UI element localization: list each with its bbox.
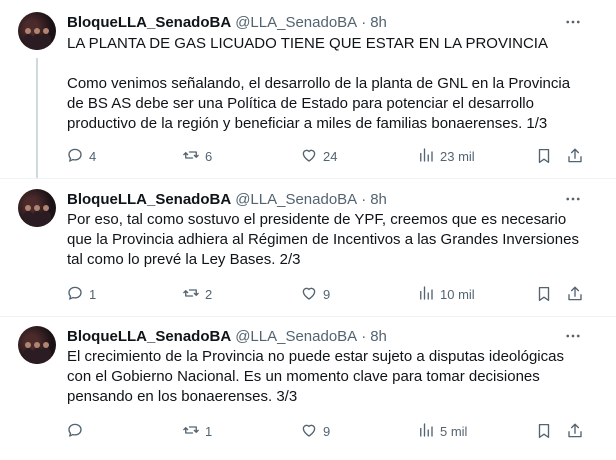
retweet-count: 1: [205, 423, 213, 439]
views-icon: [417, 284, 435, 305]
reply-button[interactable]: 1: [66, 283, 96, 305]
like-button[interactable]: 9: [300, 283, 330, 305]
tweet-header: BloqueLLA_SenadoBA @LLA_SenadoBA · 8h: [67, 326, 387, 346]
tweet-text: Por eso, tal como sostuvo el presidente …: [67, 211, 579, 268]
retweet-icon: [182, 146, 200, 167]
tweet-header: BloqueLLA_SenadoBA @LLA_SenadoBA · 8h: [67, 12, 387, 32]
reply-count: 4: [89, 148, 97, 164]
reply-icon: [66, 146, 84, 167]
timestamp[interactable]: 8h: [370, 191, 387, 208]
author-name[interactable]: BloqueLLA_SenadoBA: [67, 191, 231, 208]
reply-button[interactable]: 4: [66, 145, 96, 167]
tweet-header: BloqueLLA_SenadoBA @LLA_SenadoBA · 8h: [67, 189, 387, 209]
avatar[interactable]: [18, 326, 56, 364]
tweet-divider: [0, 178, 616, 179]
views-icon: [417, 421, 435, 442]
bookmark-icon[interactable]: [535, 283, 553, 305]
views-button[interactable]: 10 mil: [417, 283, 475, 305]
tweet-text: El crecimiento de la Provincia no puede …: [67, 348, 564, 405]
retweet-button[interactable]: 2: [182, 283, 212, 305]
heart-icon: [300, 146, 318, 167]
views-count: 10 mil: [440, 286, 475, 302]
bookmark-icon[interactable]: [535, 420, 553, 442]
views-button[interactable]: 23 mil: [417, 145, 475, 167]
separator-dot: ·: [361, 13, 367, 31]
like-button[interactable]: 9: [300, 420, 330, 442]
retweet-icon: [182, 284, 200, 305]
like-count: 9: [323, 423, 331, 439]
like-count: 9: [323, 286, 331, 302]
like-button[interactable]: 24: [300, 145, 337, 167]
like-count: 24: [323, 148, 338, 164]
heart-icon: [300, 421, 318, 442]
retweet-icon: [182, 421, 200, 442]
more-icon[interactable]: [563, 189, 583, 209]
tweet-text: LA PLANTA DE GAS LICUADO TIENE QUE ESTAR…: [67, 35, 571, 132]
share-icon[interactable]: [566, 420, 584, 442]
share-icon[interactable]: [566, 145, 584, 167]
avatar[interactable]: [18, 12, 56, 50]
author-handle[interactable]: @LLA_SenadoBA: [235, 14, 357, 31]
more-icon[interactable]: [563, 326, 583, 346]
timestamp[interactable]: 8h: [370, 328, 387, 345]
tweet-actions: 1 9 5 mil: [0, 420, 616, 442]
views-count: 5 mil: [440, 423, 468, 439]
views-button[interactable]: 5 mil: [417, 420, 467, 442]
views-count: 23 mil: [440, 148, 475, 164]
tweet-actions: 1 2 9 10 mil: [0, 283, 616, 305]
author-name[interactable]: BloqueLLA_SenadoBA: [67, 328, 231, 345]
tweet-divider: [0, 316, 616, 317]
separator-dot: ·: [361, 190, 367, 208]
avatar[interactable]: [18, 189, 56, 227]
retweet-count: 2: [205, 286, 213, 302]
reply-button[interactable]: [66, 420, 89, 442]
reply-count: 1: [89, 286, 97, 302]
retweet-count: 6: [205, 148, 213, 164]
separator-dot: ·: [361, 327, 367, 345]
share-icon[interactable]: [566, 283, 584, 305]
author-name[interactable]: BloqueLLA_SenadoBA: [67, 14, 231, 31]
heart-icon: [300, 284, 318, 305]
author-handle[interactable]: @LLA_SenadoBA: [235, 328, 357, 345]
views-icon: [417, 146, 435, 167]
author-handle[interactable]: @LLA_SenadoBA: [235, 191, 357, 208]
retweet-button[interactable]: 6: [182, 145, 212, 167]
tweet-actions: 4 6 24 23 mil: [0, 145, 616, 167]
reply-icon: [66, 284, 84, 305]
reply-icon: [66, 421, 84, 442]
timestamp[interactable]: 8h: [370, 14, 387, 31]
bookmark-icon[interactable]: [535, 145, 553, 167]
retweet-button[interactable]: 1: [182, 420, 212, 442]
more-icon[interactable]: [563, 12, 583, 32]
